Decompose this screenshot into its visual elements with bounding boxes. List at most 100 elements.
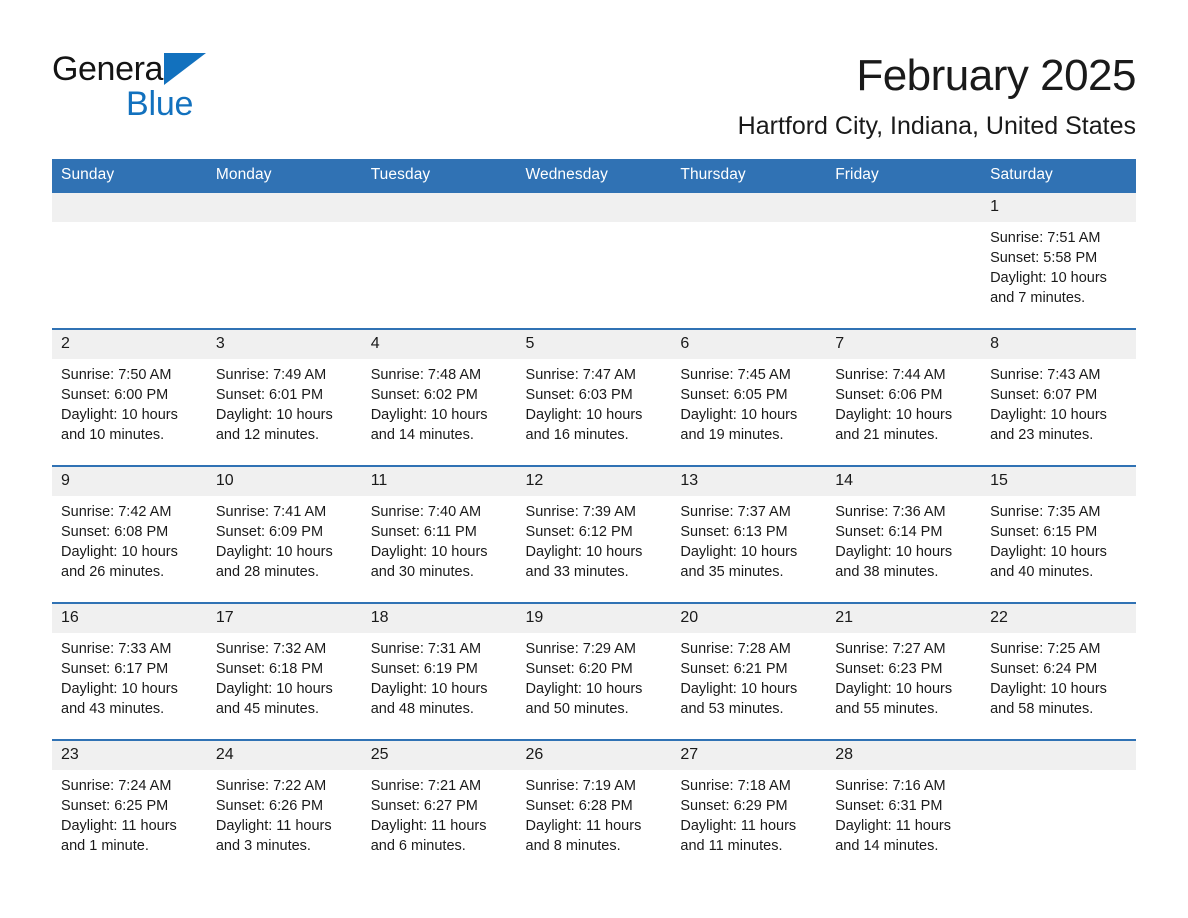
calendar-day-cell[interactable]: 22 Sunrise: 7:25 AM Sunset: 6:24 PM Dayligh… — [981, 602, 1136, 740]
daylight-duration-line2: and 8 minutes. — [525, 838, 621, 854]
day-details: Sunrise: 7:35 AM Sunset: 6:15 PM Daylight:… — [981, 496, 1136, 582]
daylight-duration-line2: and 16 minutes. — [525, 427, 629, 443]
day-cell-inner: 25 Sunrise: 7:21 AM Sunset: 6:27 PM Dayligh… — [361, 741, 517, 876]
daylight-duration-line2: and 35 minutes. — [680, 564, 784, 580]
daylight-duration-line1: Daylight: 10 hours — [990, 681, 1107, 697]
calendar-day-cell[interactable]: 18 Sunrise: 7:31 AM Sunset: 6:19 PM Dayligh… — [361, 602, 517, 740]
day-number: 28 — [826, 741, 982, 770]
daylight-duration-line1: Daylight: 11 hours — [835, 818, 952, 834]
day-number: 6 — [671, 330, 827, 359]
sunrise-time: Sunrise: 7:25 AM — [990, 641, 1101, 657]
calendar-day-cell[interactable]: 7 Sunrise: 7:44 AM Sunset: 6:06 PM Daylight… — [826, 328, 982, 466]
calendar-day-cell[interactable]: 21 Sunrise: 7:27 AM Sunset: 6:23 PM Dayligh… — [826, 602, 982, 740]
calendar-day-cell[interactable]: 5 Sunrise: 7:47 AM Sunset: 6:03 PM Daylight… — [516, 328, 672, 466]
sunrise-time: Sunrise: 7:32 AM — [215, 641, 327, 657]
daylight-duration-line1: Daylight: 10 hours — [680, 407, 798, 423]
day-cell-inner: 19 Sunrise: 7:29 AM Sunset: 6:20 PM Dayligh… — [516, 604, 672, 739]
daylight-duration-line2: and 3 minutes. — [215, 838, 311, 854]
day-cell-inner: 28 Sunrise: 7:16 AM Sunset: 6:31 PM Dayligh… — [826, 741, 982, 876]
sunrise-time: Sunrise: 7:27 AM — [835, 641, 946, 657]
day-details: Sunrise: 7:25 AM Sunset: 6:24 PM Daylight:… — [981, 633, 1136, 719]
calendar-day-cell[interactable]: 25 Sunrise: 7:21 AM Sunset: 6:27 PM Dayligh… — [361, 739, 517, 876]
daylight-duration-line2: and 1 minute. — [61, 838, 149, 854]
daylight-duration-line2: and 23 minutes. — [990, 427, 1094, 443]
daylight-duration-line1: Daylight: 10 hours — [525, 681, 643, 697]
day-details: Sunrise: 7:50 AM Sunset: 6:00 PM Daylight:… — [52, 359, 207, 445]
calendar-day-cell[interactable]: 12 Sunrise: 7:39 AM Sunset: 6:12 PM Dayligh… — [516, 465, 672, 603]
sunset-time: Sunset: 6:21 PM — [680, 661, 788, 677]
calendar-day-cell[interactable]: 15 Sunrise: 7:35 AM Sunset: 6:15 PM Dayligh… — [981, 465, 1136, 603]
weekday-header-monday: Monday — [206, 159, 362, 192]
calendar-day-cell[interactable]: 23 Sunrise: 7:24 AM Sunset: 6:25 PM Dayligh… — [52, 739, 207, 876]
daylight-duration-line2: and 19 minutes. — [680, 427, 784, 443]
calendar-day-cell[interactable]: 27 Sunrise: 7:18 AM Sunset: 6:29 PM Dayligh… — [671, 739, 827, 876]
day-number — [361, 193, 517, 222]
sunset-time: Sunset: 6:00 PM — [61, 387, 169, 403]
calendar-day-cell[interactable]: 4 Sunrise: 7:48 AM Sunset: 6:02 PM Daylight… — [361, 328, 517, 466]
day-details: Sunrise: 7:36 AM Sunset: 6:14 PM Daylight:… — [826, 496, 981, 582]
day-details: Sunrise: 7:21 AM Sunset: 6:27 PM Daylight:… — [362, 770, 517, 856]
daylight-duration-line1: Daylight: 11 hours — [680, 818, 797, 834]
sunrise-time: Sunrise: 7:45 AM — [680, 367, 791, 383]
day-cell-inner: 11 Sunrise: 7:40 AM Sunset: 6:11 PM Dayligh… — [361, 467, 517, 602]
daylight-duration-line1: Daylight: 10 hours — [61, 681, 178, 697]
calendar-day-cell[interactable]: 26 Sunrise: 7:19 AM Sunset: 6:28 PM Dayligh… — [516, 739, 672, 876]
day-number: 11 — [361, 467, 517, 496]
calendar-day-cell[interactable]: 14 Sunrise: 7:36 AM Sunset: 6:14 PM Dayligh… — [826, 465, 982, 603]
generalblue-logo[interactable]: General Blue — [52, 48, 252, 121]
weekday-header-saturday: Saturday — [981, 159, 1136, 192]
weekday-header-row: Sunday Monday Tuesday Wednesday Thursday… — [52, 159, 1136, 192]
calendar-day-cell[interactable]: 11 Sunrise: 7:40 AM Sunset: 6:11 PM Dayligh… — [361, 465, 517, 603]
sunset-time: Sunset: 6:14 PM — [835, 524, 943, 540]
calendar-day-cell[interactable]: 9 Sunrise: 7:42 AM Sunset: 6:08 PM Daylight… — [52, 465, 207, 603]
day-details: Sunrise: 7:32 AM Sunset: 6:18 PM Daylight:… — [207, 633, 362, 719]
calendar-week-row: 23 Sunrise: 7:24 AM Sunset: 6:25 PM Dayligh… — [52, 739, 1136, 876]
daylight-duration-line2: and 11 minutes. — [680, 838, 783, 854]
calendar-day-cell[interactable]: 19 Sunrise: 7:29 AM Sunset: 6:20 PM Dayligh… — [516, 602, 672, 740]
calendar-day-cell[interactable]: 8 Sunrise: 7:43 AM Sunset: 6:07 PM Daylight… — [981, 328, 1136, 466]
day-number: 24 — [206, 741, 362, 770]
day-number: 4 — [361, 330, 517, 359]
calendar-day-cell[interactable]: 6 Sunrise: 7:45 AM Sunset: 6:05 PM Daylight… — [671, 328, 827, 466]
calendar-day-cell[interactable]: 20 Sunrise: 7:28 AM Sunset: 6:21 PM Dayligh… — [671, 602, 827, 740]
sunrise-time: Sunrise: 7:43 AM — [990, 367, 1101, 383]
day-cell-inner: 22 Sunrise: 7:25 AM Sunset: 6:24 PM Dayligh… — [981, 604, 1136, 739]
calendar-day-cell[interactable]: 24 Sunrise: 7:22 AM Sunset: 6:26 PM Dayligh… — [206, 739, 362, 876]
day-number — [516, 193, 672, 222]
day-cell-inner: 26 Sunrise: 7:19 AM Sunset: 6:28 PM Dayligh… — [516, 741, 672, 876]
calendar-day-cell[interactable]: 16 Sunrise: 7:33 AM Sunset: 6:17 PM Dayligh… — [52, 602, 207, 740]
calendar-day-cell[interactable]: 2 Sunrise: 7:50 AM Sunset: 6:00 PM Daylight… — [52, 328, 207, 466]
day-number: 10 — [206, 467, 362, 496]
sunset-time: Sunset: 6:07 PM — [990, 387, 1098, 403]
day-number: 23 — [52, 741, 207, 770]
sunrise-time: Sunrise: 7:18 AM — [680, 778, 791, 794]
calendar-day-cell[interactable]: 1 Sunrise: 7:51 AM Sunset: 5:58 PM Daylight… — [981, 191, 1136, 329]
sunset-time: Sunset: 6:18 PM — [215, 661, 324, 677]
day-number: 25 — [361, 741, 517, 770]
day-number: 8 — [981, 330, 1136, 359]
calendar-day-cell[interactable]: 3 Sunrise: 7:49 AM Sunset: 6:01 PM Daylight… — [206, 328, 362, 466]
daylight-duration-line2: and 43 minutes. — [61, 701, 165, 717]
weekday-header-wednesday: Wednesday — [516, 159, 672, 192]
day-cell-inner — [52, 193, 207, 328]
daylight-duration-line1: Daylight: 10 hours — [990, 407, 1107, 423]
calendar-day-cell[interactable]: 13 Sunrise: 7:37 AM Sunset: 6:13 PM Dayligh… — [671, 465, 827, 603]
day-details: Sunrise: 7:22 AM Sunset: 6:26 PM Daylight:… — [207, 770, 362, 856]
calendar-page: General Blue February 2025 Hartford City… — [0, 0, 1188, 918]
day-number: 27 — [671, 741, 827, 770]
day-cell-inner — [206, 193, 362, 328]
sunrise-time: Sunrise: 7:33 AM — [61, 641, 172, 657]
daylight-duration-line1: Daylight: 10 hours — [835, 544, 953, 560]
day-cell-inner: 17 Sunrise: 7:32 AM Sunset: 6:18 PM Dayligh… — [206, 604, 362, 739]
sunset-time: Sunset: 6:27 PM — [370, 798, 478, 814]
sunset-time: Sunset: 6:17 PM — [61, 661, 169, 677]
calendar-day-cell[interactable]: 10 Sunrise: 7:41 AM Sunset: 6:09 PM Dayligh… — [206, 465, 362, 603]
day-cell-inner: 20 Sunrise: 7:28 AM Sunset: 6:21 PM Dayligh… — [671, 604, 827, 739]
daylight-duration-line2: and 28 minutes. — [215, 564, 320, 580]
sunrise-time: Sunrise: 7:37 AM — [680, 504, 791, 520]
calendar-day-cell[interactable]: 17 Sunrise: 7:32 AM Sunset: 6:18 PM Dayligh… — [206, 602, 362, 740]
day-number — [981, 741, 1136, 770]
calendar-day-cell-empty — [516, 191, 672, 329]
calendar-day-cell[interactable]: 28 Sunrise: 7:16 AM Sunset: 6:31 PM Dayligh… — [826, 739, 982, 876]
calendar-day-cell-empty — [52, 191, 207, 329]
